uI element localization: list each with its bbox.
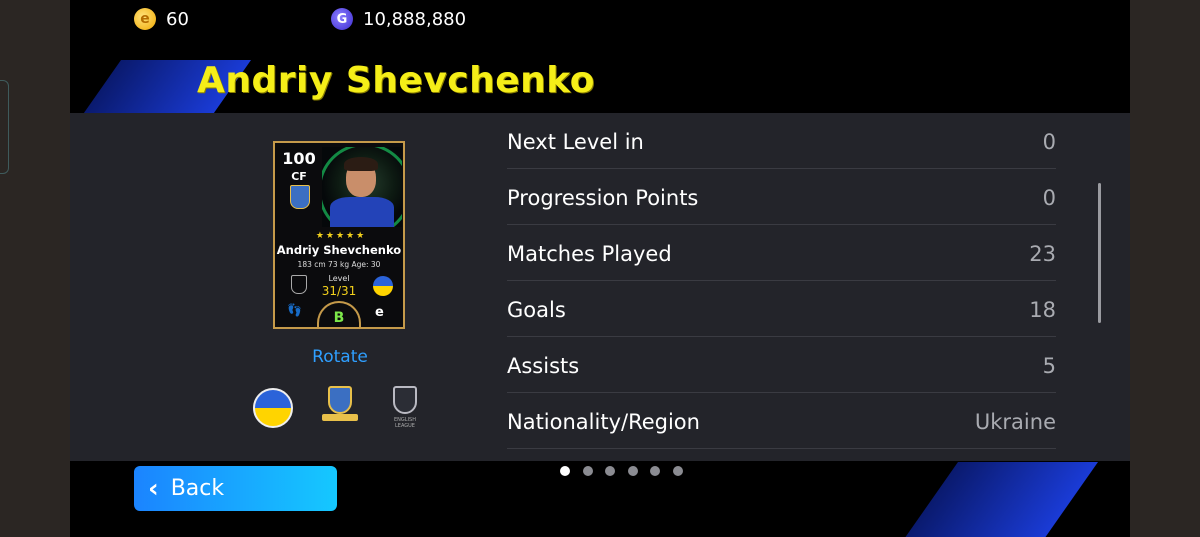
stat-value: 18: [1029, 297, 1056, 322]
stats-scrollbar[interactable]: [1098, 183, 1101, 323]
page-dot[interactable]: [582, 466, 593, 476]
chevron-left-icon: ‹: [148, 473, 159, 504]
club-crest-icon: [290, 185, 310, 209]
card-meta: 183 cm 73 kg Age: 30: [297, 260, 381, 269]
device-notch: [0, 80, 9, 174]
foot-icon: 👣: [287, 303, 302, 317]
coins-value: 60: [166, 8, 189, 30]
stat-value: 23: [1029, 241, 1056, 266]
stat-value: 5: [1042, 353, 1056, 378]
device-frame-right: [1130, 0, 1200, 537]
page-dot[interactable]: [605, 466, 615, 476]
stat-row-next-level: Next Level in 0: [507, 113, 1056, 169]
card-player-name: Andriy Shevchenko: [276, 243, 402, 257]
league-badge-text: ENGLISH LEAGUE: [394, 417, 416, 429]
back-button[interactable]: ‹ Back: [134, 466, 337, 511]
gp-icon: G: [331, 8, 353, 30]
back-button-label: Back: [170, 476, 225, 501]
stat-row-matches-played: Matches Played 23: [507, 225, 1056, 281]
page-dot[interactable]: [672, 466, 683, 476]
stat-row-progression-points: Progression Points 0: [507, 169, 1056, 225]
page-dot[interactable]: [650, 466, 660, 476]
stat-value: 0: [1042, 129, 1056, 154]
stat-value: Ukraine: [974, 409, 1056, 434]
stat-label: Progression Points: [507, 185, 699, 210]
efootball-logo-icon: e: [375, 305, 384, 320]
stat-value: 0: [1042, 185, 1056, 210]
coins-display: e 60: [134, 8, 189, 30]
player-photo: [322, 147, 402, 227]
stat-label: Goals: [507, 297, 566, 322]
page-dot[interactable]: [627, 466, 638, 476]
rotate-button[interactable]: Rotate: [312, 347, 368, 367]
stat-label: Matches Played: [507, 241, 672, 266]
card-position: CF: [291, 170, 307, 183]
player-detail-screen: e 60 G 10,888,880 Andriy Shevchenko 100 …: [70, 0, 1130, 537]
stat-row-assists: Assists 5: [507, 337, 1056, 393]
player-name-title: Andriy Shevchenko: [197, 60, 596, 101]
card-grade: B: [317, 301, 361, 329]
page-dot[interactable]: [560, 466, 570, 476]
card-stars: ★★★★★: [315, 231, 367, 241]
stats-list: Next Level in 0 Progression Points 0 Mat…: [507, 113, 1056, 449]
stat-label: Assists: [507, 353, 580, 378]
nationality-flag-icon[interactable]: [253, 388, 293, 428]
league-badge-icon[interactable]: ENGLISH LEAGUE: [390, 386, 420, 429]
coin-icon: e: [134, 8, 156, 30]
page-indicator: [560, 466, 683, 476]
stat-label: Nationality/Region: [507, 409, 700, 434]
stat-row-nationality: Nationality/Region Ukraine: [507, 393, 1056, 449]
decor-stripe: [901, 462, 1099, 537]
stat-row-goals: Goals 18: [507, 281, 1056, 337]
ukraine-flag-icon: [373, 276, 393, 296]
club-badge-icon[interactable]: [320, 386, 360, 426]
gp-value: 10,888,880: [363, 8, 467, 30]
device-frame-left: [0, 0, 70, 537]
card-rating: 100: [282, 149, 316, 168]
stat-label: Next Level in: [507, 129, 644, 154]
player-card[interactable]: 100 CF ★★★★★ Andriy Shevchenko 183 cm 73…: [273, 141, 405, 329]
gp-display: G 10,888,880: [331, 8, 466, 30]
